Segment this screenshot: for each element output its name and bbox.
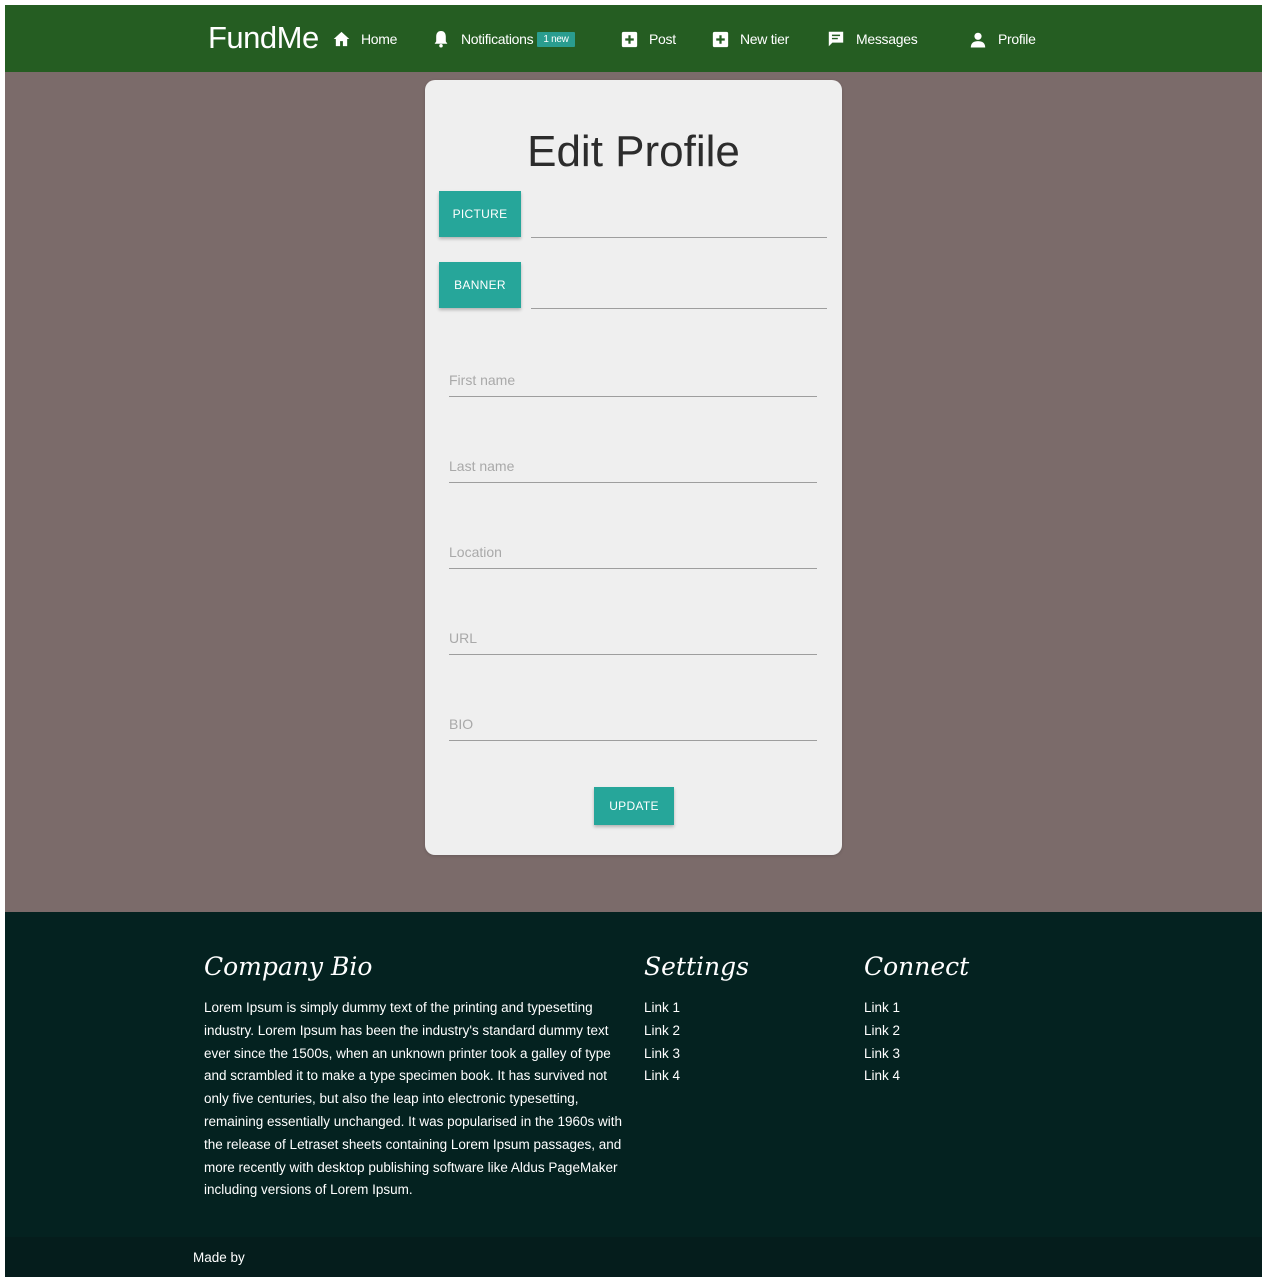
footer-link[interactable]: Link 2 — [644, 1020, 680, 1043]
update-button[interactable]: UPDATE — [594, 787, 674, 825]
footer-link[interactable]: Link 3 — [864, 1043, 900, 1066]
connect-heading: Connect — [864, 952, 970, 981]
last-name-field — [449, 438, 817, 483]
nav-item-label: Post — [649, 31, 676, 47]
first-name-input[interactable] — [449, 372, 817, 388]
nav-item-notifications[interactable]: Notifications 1 new — [431, 27, 575, 51]
first-name-field — [449, 352, 817, 397]
page-title: Edit Profile — [527, 127, 740, 176]
banner-upload-button[interactable]: BANNER — [439, 262, 521, 308]
footer-link[interactable]: Link 1 — [644, 997, 680, 1020]
company-bio-text: Lorem Ipsum is simply dummy text of the … — [204, 1000, 623, 1198]
brand-logo[interactable]: FundMe — [208, 20, 319, 56]
settings-heading: Settings — [644, 952, 749, 981]
nav-item-home[interactable]: Home — [331, 27, 397, 51]
settings-links: Link 1 Link 2 Link 3 Link 4 — [644, 997, 680, 1088]
person-icon — [968, 29, 988, 49]
plus-box-icon — [710, 29, 730, 49]
location-field — [449, 524, 817, 569]
location-input[interactable] — [449, 544, 817, 560]
nav-item-post[interactable]: Post — [619, 27, 676, 51]
nav-item-new-tier[interactable]: New tier — [710, 27, 789, 51]
home-icon — [331, 29, 351, 49]
nav-item-label: Notifications — [461, 31, 534, 47]
footer-link[interactable]: Link 1 — [864, 997, 900, 1020]
picture-upload-row: PICTURE — [439, 191, 829, 239]
last-name-input[interactable] — [449, 458, 817, 474]
made-by-text: Made by — [193, 1250, 245, 1265]
bell-icon — [431, 29, 451, 49]
page-footer: Company Bio Lorem Ipsum is simply dummy … — [5, 912, 1262, 1277]
notification-badge: 1 new — [537, 31, 575, 47]
picture-upload-button[interactable]: PICTURE — [439, 191, 521, 237]
nav-item-label: Home — [361, 31, 398, 47]
footer-link[interactable]: Link 2 — [864, 1020, 900, 1043]
bio-input[interactable] — [449, 716, 817, 732]
nav-item-label: Profile — [998, 31, 1036, 47]
edit-profile-card: Edit Profile PICTURE BANNER UPDATE — [425, 80, 842, 855]
plus-box-icon — [619, 29, 639, 49]
page: FundMe Home Notifications 1 new Post New… — [5, 5, 1262, 1277]
nav-item-label: New tier — [740, 31, 789, 47]
bio-field — [449, 696, 817, 741]
footer-copyright-bar: Made by — [5, 1237, 1262, 1277]
company-bio-heading: Company Bio — [204, 952, 373, 981]
nav-item-profile[interactable]: Profile — [968, 27, 1036, 51]
footer-link[interactable]: Link 4 — [644, 1065, 680, 1088]
footer-link[interactable]: Link 4 — [864, 1065, 900, 1088]
nav-item-messages[interactable]: Messages — [826, 27, 918, 51]
banner-file-path[interactable] — [531, 308, 827, 309]
picture-file-path[interactable] — [531, 237, 827, 238]
footer-link[interactable]: Link 3 — [644, 1043, 680, 1066]
nav-item-label: Messages — [856, 31, 918, 47]
url-input[interactable] — [449, 630, 817, 646]
top-navbar: FundMe Home Notifications 1 new Post New… — [5, 5, 1262, 72]
connect-links: Link 1 Link 2 Link 3 Link 4 — [864, 997, 900, 1088]
chat-icon — [826, 29, 846, 49]
url-field — [449, 610, 817, 655]
banner-upload-row: BANNER — [439, 262, 829, 310]
